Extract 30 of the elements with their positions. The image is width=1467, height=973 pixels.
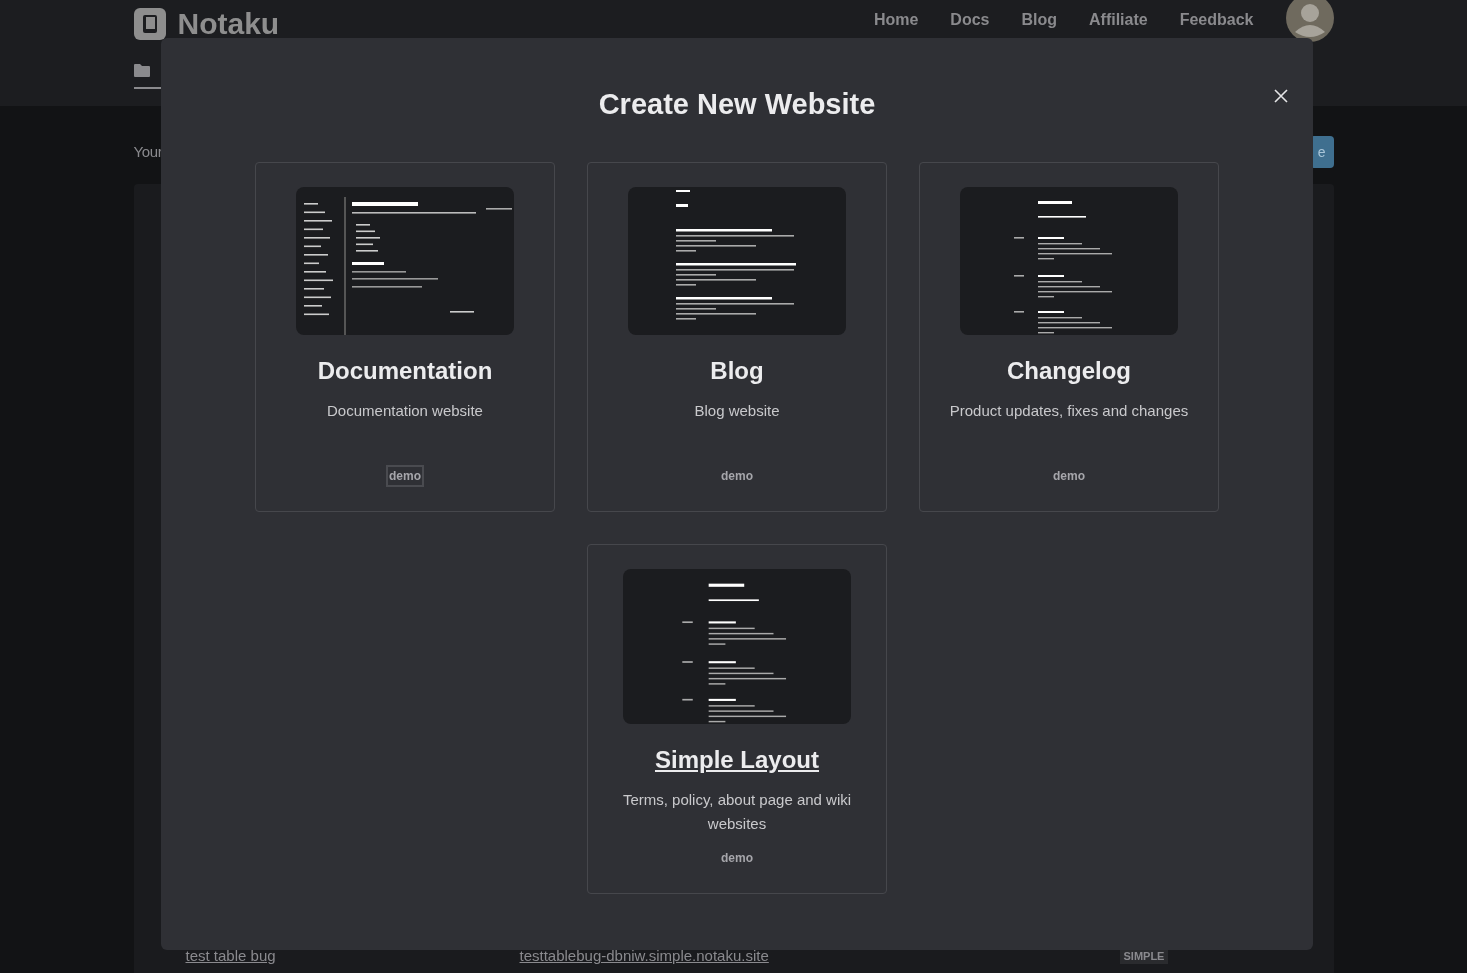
nav-link[interactable]: Affiliate [1089,8,1148,32]
demo-link[interactable]: demo [1050,465,1088,487]
template-title[interactable]: Documentation [317,355,493,387]
template-title[interactable]: Blog [710,355,764,387]
modal-title: Create New Website [598,88,876,120]
nav-link[interactable]: Docs [950,8,990,32]
template-title[interactable]: Simple Layout [655,744,819,776]
logo-text[interactable]: Notaku [177,9,280,39]
nav-link[interactable]: Blog [1021,8,1057,32]
demo-link[interactable]: demo [386,465,424,487]
folder-icon[interactable] [133,64,150,77]
template-description: Documentation website [326,401,484,421]
template-description: Blog website [693,401,781,421]
template-card[interactable]: Blog Blog website demo [587,162,887,512]
nav-link[interactable]: Feedback [1179,8,1254,32]
book-icon [133,8,166,40]
demo-link[interactable]: demo [718,465,756,487]
template-title[interactable]: Changelog [1007,355,1131,387]
avatar-icon[interactable] [1285,0,1334,42]
site-domain-link[interactable]: testtablebug-dbniw.simple.notaku.site [519,946,1120,966]
section-heading: Your [133,141,163,162]
template-card[interactable]: Simple Layout Terms, policy, about page and wiki websites demo [587,544,887,894]
demo-link[interactable]: demo [718,847,756,869]
close-icon [1274,89,1288,103]
template-card[interactable]: Documentation Documentation website demo [255,162,555,512]
template-card[interactable]: Changelog Product updates, fixes and changes demo [919,162,1219,512]
template-description: Product updates, fixes and changes [948,401,1190,421]
nav-link[interactable]: Home [873,8,919,32]
template-description: Terms, policy, about page and wiki websites [621,790,853,834]
site-name-link[interactable]: test table bug [185,946,520,966]
